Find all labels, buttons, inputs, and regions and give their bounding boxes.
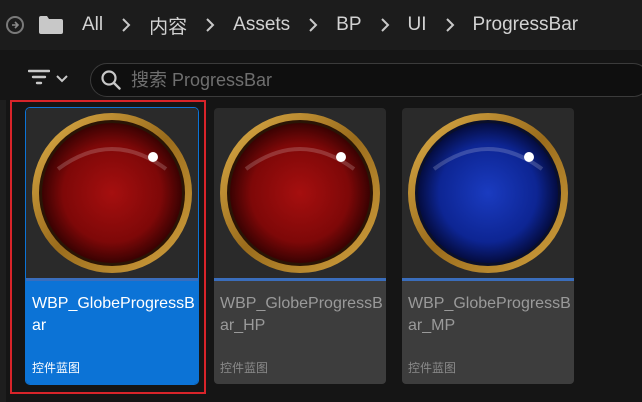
asset-name: WBP_GlobeProgressBar	[32, 295, 195, 334]
breadcrumb-item-all[interactable]: All	[76, 14, 109, 36]
chevron-down-icon	[56, 70, 68, 88]
folder-icon	[38, 15, 64, 35]
breadcrumb: All 内容 Assets BP UI ProgressBar	[0, 0, 642, 50]
search-icon	[101, 70, 121, 90]
asset-tile-wbp-globeprogressbar-mp[interactable]: WBP_GlobeProgressBar_MP 控件蓝图	[402, 108, 574, 384]
asset-type-label: 控件蓝图	[408, 361, 457, 375]
filter-button[interactable]	[27, 66, 80, 92]
search-box[interactable]	[90, 63, 642, 97]
breadcrumb-item-assets[interactable]: Assets	[227, 14, 296, 36]
search-row	[0, 56, 642, 102]
asset-thumbnail	[214, 108, 386, 278]
asset-type-label: 控件蓝图	[32, 361, 81, 375]
content-browser: All 内容 Assets BP UI ProgressBar 搜索 Progr…	[0, 0, 642, 402]
chevron-right-icon[interactable]	[380, 18, 390, 32]
asset-info: WBP_GlobeProgressBar_HP 控件蓝图	[214, 281, 386, 384]
asset-thumbnail	[26, 108, 198, 278]
globe-red-icon	[220, 113, 380, 273]
breadcrumb-item-ui[interactable]: UI	[402, 14, 433, 36]
breadcrumb-item-progressbar[interactable]: ProgressBar	[467, 14, 585, 36]
globe-blue-icon	[408, 113, 568, 273]
asset-info: WBP_GlobeProgressBar_MP 控件蓝图	[402, 281, 574, 384]
asset-name: WBP_GlobeProgressBar_MP	[408, 295, 571, 334]
asset-grid: WBP_GlobeProgressBar 控件蓝图 WBP_GlobeProgr…	[0, 100, 642, 402]
chevron-right-icon[interactable]	[205, 18, 215, 32]
chevron-right-icon[interactable]	[308, 18, 318, 32]
history-nav-icon[interactable]	[6, 16, 24, 34]
globe-red-icon	[32, 113, 192, 273]
asset-tile-wbp-globeprogressbar-hp[interactable]: WBP_GlobeProgressBar_HP 控件蓝图	[214, 108, 386, 384]
chevron-right-icon[interactable]	[121, 18, 131, 32]
asset-type-label: 控件蓝图	[220, 361, 269, 375]
asset-tile-wbp-globeprogressbar[interactable]: WBP_GlobeProgressBar 控件蓝图	[25, 107, 199, 385]
chevron-right-icon[interactable]	[445, 18, 455, 32]
breadcrumb-item-content[interactable]: 内容	[143, 12, 193, 39]
search-input[interactable]	[129, 68, 613, 92]
asset-info: WBP_GlobeProgressBar 控件蓝图	[26, 281, 198, 384]
filter-icon	[27, 69, 51, 90]
asset-thumbnail	[402, 108, 574, 278]
breadcrumb-item-bp[interactable]: BP	[330, 14, 367, 36]
asset-name: WBP_GlobeProgressBar_HP	[220, 295, 383, 334]
